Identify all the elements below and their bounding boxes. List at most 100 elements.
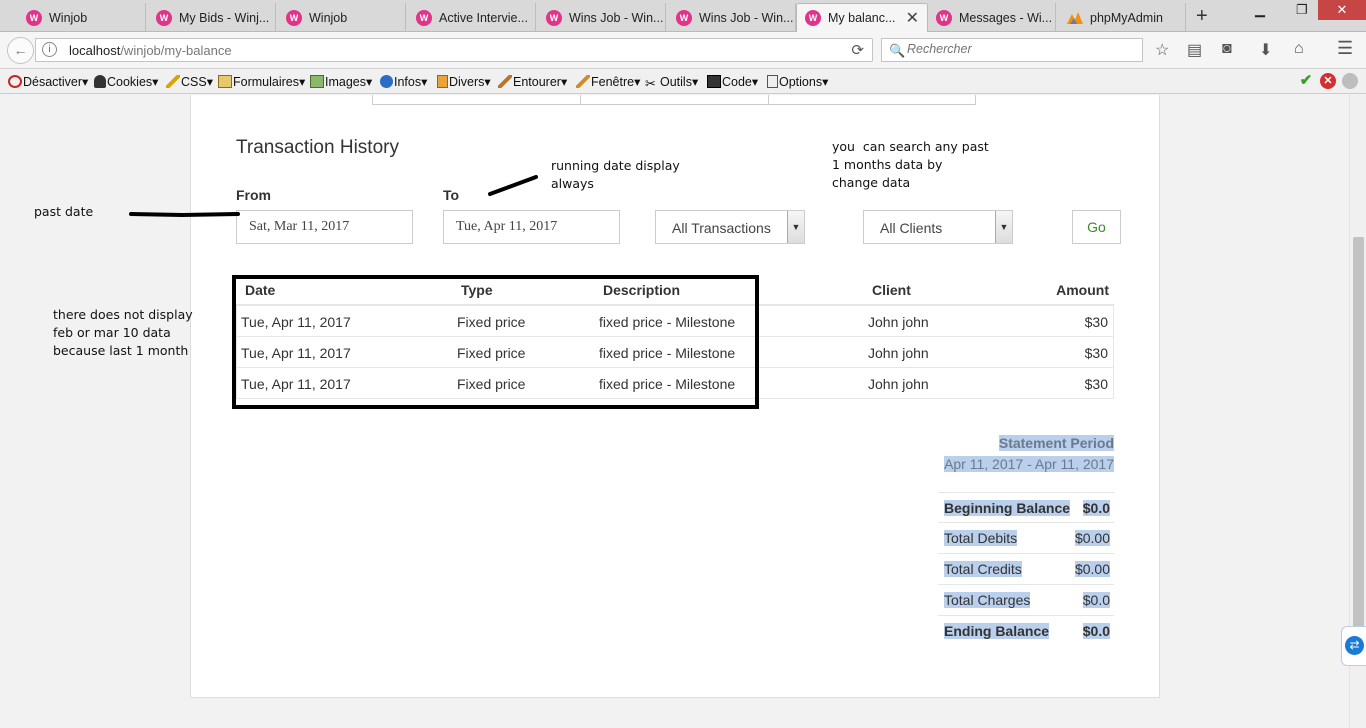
devtool-window[interactable]: Fenêtre▾ <box>576 74 640 89</box>
client-select[interactable]: All Clients ▼ <box>863 210 1013 244</box>
scrollbar-thumb[interactable] <box>1353 237 1364 627</box>
tab-title: Winjob <box>49 10 88 25</box>
back-arrow-icon[interactable]: ← <box>7 37 34 64</box>
status-icon[interactable] <box>1342 73 1358 89</box>
error-icon[interactable]: ✕ <box>1320 73 1336 89</box>
summary-divider <box>768 95 769 105</box>
restore-icon[interactable]: ❐ <box>1296 2 1308 18</box>
browser-tab[interactable]: W Wins Job - Win... <box>668 3 796 32</box>
navigation-bar: ← i localhost/winjob/my-balance ⟳ 🔍 ☆ ▤ … <box>0 32 1366 69</box>
browser-tab[interactable]: phpMyAdmin <box>1058 3 1186 32</box>
winjob-favicon-icon: W <box>26 9 42 26</box>
cell-client: John john <box>868 376 929 392</box>
balance-value: $0.0 <box>1082 623 1110 639</box>
devtool-code[interactable]: Code▾ <box>707 74 758 89</box>
menu-icon[interactable]: ☰ <box>1337 38 1353 59</box>
images-icon <box>310 75 324 88</box>
close-tab-icon[interactable]: ✕ <box>900 8 919 28</box>
chevron-down-icon[interactable]: ▼ <box>995 211 1012 243</box>
balance-row: Total Charges $0.0 <box>938 585 1114 616</box>
go-button[interactable]: Go <box>1072 210 1121 244</box>
url-bar[interactable]: i localhost/winjob/my-balance ⟳ <box>35 38 873 62</box>
balance-label: Total Credits <box>944 561 1022 577</box>
browser-tab-active[interactable]: W My balanc... ✕ <box>796 3 928 32</box>
select-value: All Transactions <box>672 220 771 236</box>
devtool-forms[interactable]: Formulaires▾ <box>218 74 305 89</box>
balance-value: $0.0 <box>1082 500 1110 516</box>
balance-value: $0.0 <box>1082 592 1110 608</box>
tab-title: My balanc... <box>828 11 896 25</box>
teamviewer-side-tab[interactable]: ⇄ <box>1341 626 1366 666</box>
to-label: To <box>443 187 460 203</box>
devtool-css[interactable]: CSS▾ <box>166 74 213 89</box>
browser-tab[interactable]: W Active Intervie... <box>408 3 536 32</box>
new-tab-icon[interactable]: + <box>1196 5 1208 28</box>
balance-value: $0.00 <box>1074 530 1110 546</box>
highlight-box-annotation <box>232 275 759 409</box>
summary-divider <box>580 95 581 105</box>
browser-tab[interactable]: W My Bids - Winj... <box>148 3 276 32</box>
teamviewer-icon: ⇄ <box>1345 636 1364 655</box>
balance-summary-box <box>372 95 976 105</box>
transaction-type-select[interactable]: All Transactions ▼ <box>655 210 805 244</box>
info-icon[interactable]: i <box>42 42 57 57</box>
search-input[interactable] <box>907 42 1127 56</box>
balance-row: Ending Balance $0.0 <box>938 616 1114 647</box>
column-header-client[interactable]: Client <box>872 282 911 298</box>
tab-title: Wins Job - Win... <box>699 10 794 25</box>
browser-tab[interactable]: W Messages - Wi... <box>928 3 1056 32</box>
pocket-icon[interactable]: ◙ <box>1222 40 1232 58</box>
options-icon <box>767 75 778 88</box>
web-developer-toolbar: Désactiver▾ Cookies▾ CSS▾ Formulaires▾ I… <box>0 70 1366 94</box>
tab-title: My Bids - Winj... <box>179 10 270 25</box>
forms-icon <box>218 75 232 88</box>
url-text[interactable]: localhost/winjob/my-balance <box>69 43 232 58</box>
reload-icon[interactable]: ⟳ <box>851 41 864 59</box>
cell-client: John john <box>868 345 929 361</box>
browser-tab[interactable]: W Winjob <box>278 3 406 32</box>
to-date-field[interactable] <box>443 210 620 244</box>
phpmyadmin-favicon-icon <box>1067 11 1083 24</box>
chevron-down-icon[interactable]: ▼ <box>787 211 804 243</box>
devtool-options[interactable]: Options▾ <box>767 74 828 89</box>
css-pencil-icon <box>166 75 180 88</box>
from-date-field[interactable] <box>236 210 413 244</box>
validate-check-icon[interactable]: ✔ <box>1298 73 1314 89</box>
window-ruler-icon <box>576 75 590 88</box>
winjob-favicon-icon: W <box>286 9 302 26</box>
annotation-no-display: there does not display feb or mar 10 dat… <box>53 307 193 358</box>
statement-period-title: Statement Period <box>998 435 1114 451</box>
devtool-images[interactable]: Images▾ <box>310 74 372 89</box>
devtool-cookies[interactable]: Cookies▾ <box>94 74 158 89</box>
winjob-favicon-icon: W <box>676 9 692 26</box>
download-icon[interactable]: ⬇ <box>1259 40 1272 60</box>
from-label: From <box>236 187 271 203</box>
disable-icon <box>8 75 22 88</box>
devtool-outline[interactable]: Entourer▾ <box>498 74 567 89</box>
minimize-icon[interactable]: ▁ <box>1255 2 1265 18</box>
browser-tab[interactable]: W Wins Job - Win... <box>538 3 666 32</box>
home-icon[interactable]: ⌂ <box>1294 40 1304 58</box>
misc-icon <box>437 75 448 88</box>
browser-tab[interactable]: W Winjob <box>18 3 146 32</box>
bookmark-star-icon[interactable]: ☆ <box>1155 40 1169 60</box>
devtool-misc[interactable]: Divers▾ <box>437 74 491 89</box>
cell-amount: $30 <box>1084 376 1108 392</box>
tab-title: Winjob <box>309 10 348 25</box>
balance-label: Ending Balance <box>944 623 1050 639</box>
balance-row: Total Credits $0.00 <box>938 554 1114 585</box>
column-header-amount[interactable]: Amount <box>1056 282 1109 298</box>
devtool-infos[interactable]: Infos▾ <box>380 74 427 89</box>
cell-amount: $30 <box>1084 314 1108 330</box>
annotation-running-date: running date display always <box>551 158 680 191</box>
tab-title: Wins Job - Win... <box>569 10 664 25</box>
window-close-icon[interactable]: ✕ <box>1318 0 1366 20</box>
balance-value: $0.00 <box>1074 561 1110 577</box>
balance-label: Total Debits <box>944 530 1018 546</box>
annotation-search-note: you can search any past 1 months data by… <box>832 139 989 190</box>
tab-title: phpMyAdmin <box>1090 10 1163 25</box>
search-bar[interactable]: 🔍 <box>881 38 1143 62</box>
devtool-disable[interactable]: Désactiver▾ <box>8 74 88 89</box>
devtool-tools[interactable]: ✂ Outils▾ <box>645 74 698 90</box>
reading-list-icon[interactable]: ▤ <box>1187 40 1202 60</box>
